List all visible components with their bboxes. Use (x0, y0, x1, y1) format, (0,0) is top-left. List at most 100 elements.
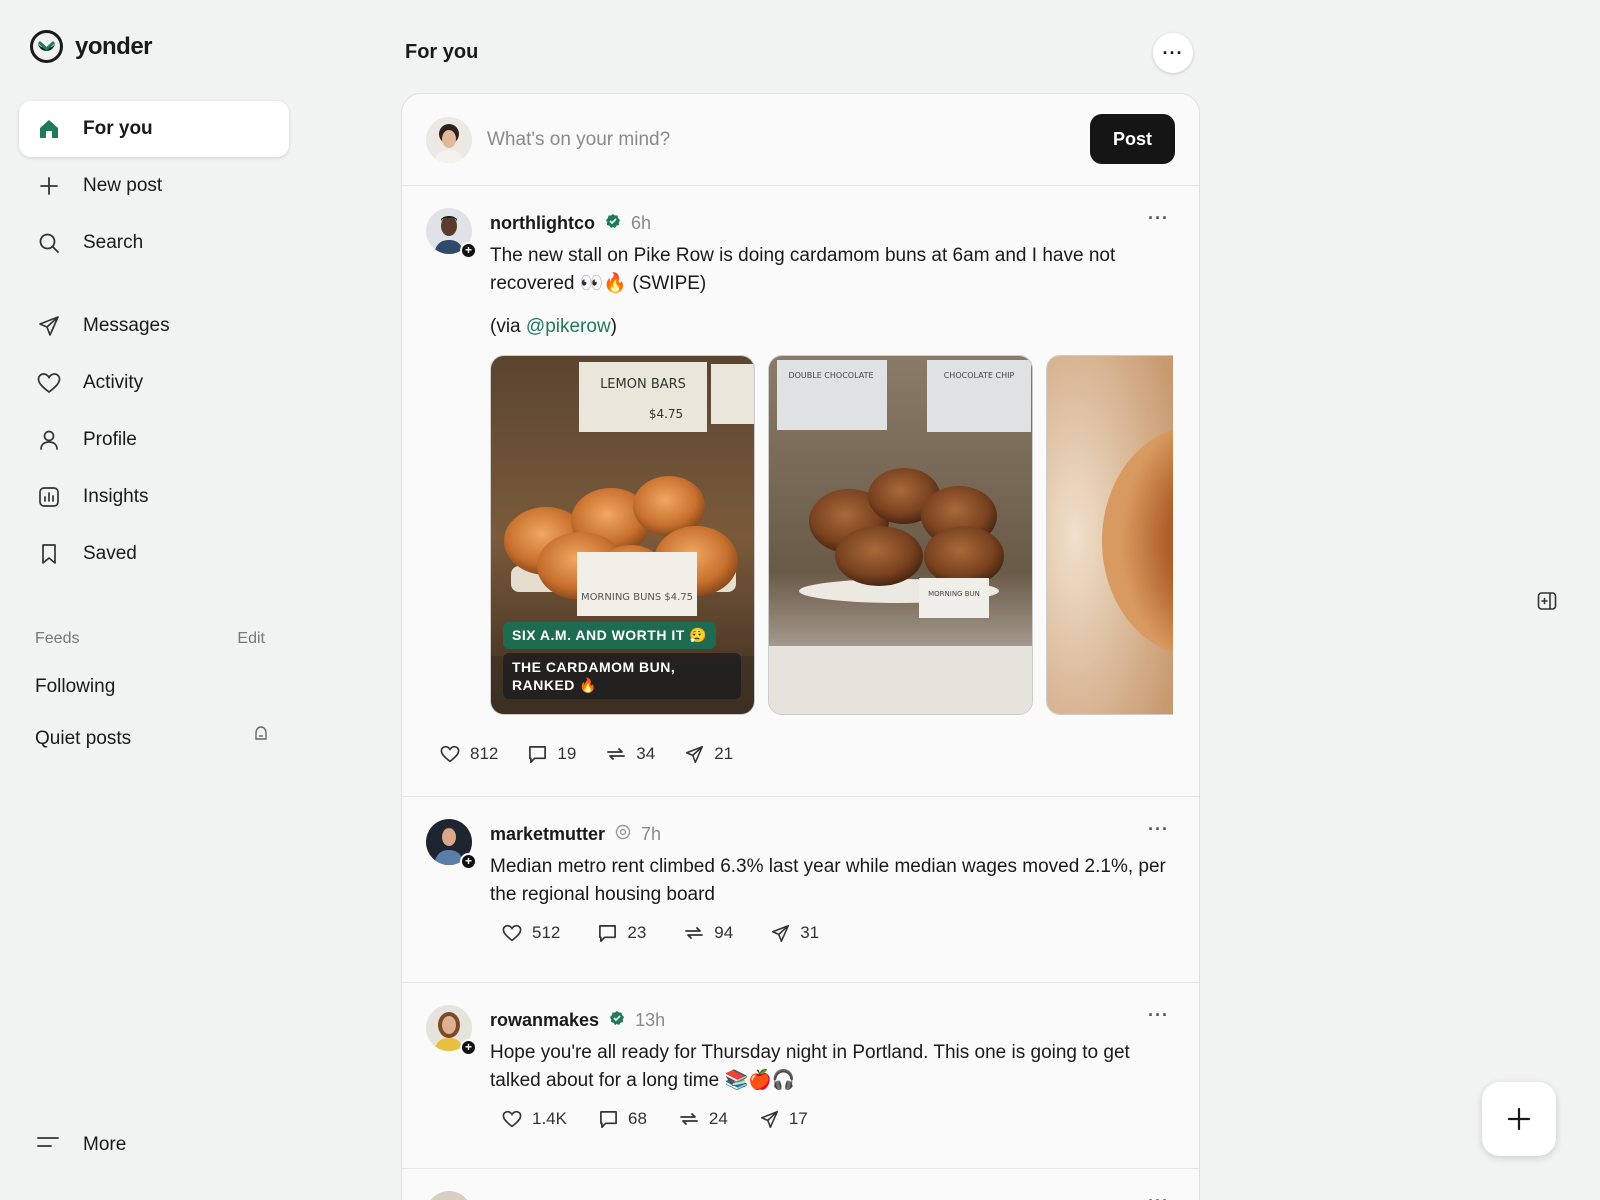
post-options-button[interactable]: ··· (1148, 1005, 1169, 1026)
feeds-heading: Feeds (35, 630, 80, 647)
share-button[interactable]: 31 (771, 923, 819, 943)
composer: What's on your mind? Post (402, 94, 1199, 186)
post-time: 7h (641, 824, 662, 844)
page-options-button[interactable]: ··· (1153, 33, 1193, 73)
send-icon (686, 745, 704, 763)
username[interactable]: marketmutter (490, 824, 605, 845)
post-options-button[interactable]: ··· (1148, 208, 1169, 229)
share-button[interactable]: 17 (760, 1109, 808, 1129)
lock-icon (253, 725, 269, 746)
repost-count: 34 (636, 744, 656, 763)
follow-plus-icon[interactable]: + (460, 853, 477, 870)
sidebar-item-messages[interactable]: Messages (19, 298, 289, 354)
comment-count: 68 (627, 1109, 647, 1128)
carousel-image-cookies[interactable]: DOUBLE CHOCOLATE CHOCOLATE CHIP MORNING … (768, 355, 1033, 715)
sidebar-more-button[interactable]: More (37, 1134, 126, 1156)
sidebar-item-label: New post (83, 175, 163, 196)
repost-button[interactable]: 34 (606, 744, 655, 764)
post-options-button[interactable]: ··· (1148, 1191, 1169, 1200)
slide-sign-text: DOUBLE CHOCOLATE (788, 371, 873, 380)
more-label: More (83, 1134, 127, 1155)
slide-sign-text: LEMON BARS (600, 377, 686, 392)
comment-button[interactable]: 23 (598, 923, 646, 943)
sidebar-item-label: Profile (83, 429, 137, 450)
heart-icon (502, 1110, 522, 1128)
repost-count: 94 (714, 923, 734, 942)
post-text: Median metro rent climbed 6.3% last year… (490, 856, 1166, 905)
app-name: yonder (75, 32, 153, 60)
sidebar-item-new-post[interactable]: New post (19, 158, 289, 214)
like-button[interactable]: 1.4K (502, 1109, 567, 1129)
comment-icon (599, 924, 617, 942)
carousel-image-bun-closeup[interactable] (1046, 355, 1173, 715)
send-icon (760, 1110, 778, 1128)
post: + ··· northlightco 6h The new stall on P… (402, 186, 1199, 797)
post-actions: 1.4K 68 24 17 (502, 1109, 1173, 1129)
sidebar-item-label: For you (83, 118, 153, 139)
mention-link[interactable]: @pikerow (526, 316, 611, 337)
repost-button[interactable]: 24 (679, 1109, 728, 1129)
comment-button[interactable]: 68 (599, 1109, 647, 1129)
bookmark-icon (37, 542, 61, 566)
caption-tag: THE CARDAMOM BUN, RANKED 🔥 (503, 653, 741, 699)
feed-item-quiet-posts[interactable]: Quiet posts (35, 728, 131, 750)
post-actions: 812 19 34 21 (440, 744, 733, 764)
carousel-image-lemon-bars[interactable]: LEMON BARS $4.75 MORNING BUNS $4.75 SIX … (490, 355, 755, 715)
via-suffix: ) (610, 316, 617, 337)
verified-badge-icon (609, 1010, 625, 1031)
send-icon (37, 314, 61, 338)
repost-icon (607, 748, 626, 760)
like-button[interactable]: 512 (502, 923, 560, 943)
home-icon (37, 117, 61, 141)
share-button[interactable]: 21 (685, 744, 733, 764)
sidebar-item-for-you[interactable]: For you (19, 101, 289, 157)
share-count: 31 (800, 923, 820, 942)
post-button[interactable]: Post (1090, 114, 1175, 164)
verified-badge-icon (605, 213, 621, 234)
like-button[interactable]: 812 (440, 744, 498, 764)
feed: What's on your mind? Post + ··· northlig… (401, 93, 1200, 1200)
heart-icon (37, 371, 61, 395)
avatar[interactable] (426, 117, 472, 163)
new-post-fab[interactable] (1482, 1082, 1556, 1156)
comment-icon (600, 1110, 617, 1128)
caption-tag: SIX A.M. AND WORTH IT 😮‍💨 (503, 622, 717, 649)
share-count: 21 (714, 744, 734, 763)
sidebar-item-label: Insights (83, 486, 149, 507)
feed-item-following[interactable]: Following (35, 676, 115, 698)
sidebar-item-label: Search (83, 232, 144, 253)
post-actions: 512 23 94 31 (502, 923, 1173, 943)
image-carousel[interactable]: LEMON BARS $4.75 MORNING BUNS $4.75 SIX … (490, 355, 1173, 715)
feeds-edit-link[interactable]: Edit (237, 630, 265, 648)
sidebar-item-activity[interactable]: Activity (19, 355, 289, 411)
sidebar-nav: For you New post Search Messages Activit… (19, 101, 289, 583)
sidebar-item-insights[interactable]: Insights (19, 469, 289, 525)
send-icon (772, 924, 790, 942)
composer-input[interactable]: What's on your mind? (487, 129, 670, 151)
post-options-button[interactable]: ··· (1148, 819, 1169, 840)
username[interactable]: northlightco (490, 213, 595, 234)
search-icon (37, 231, 61, 255)
comment-button[interactable]: 19 (528, 744, 576, 764)
plus-icon (37, 174, 61, 198)
like-count: 512 (532, 923, 561, 942)
comment-count: 19 (557, 744, 577, 763)
heart-icon (502, 924, 522, 942)
feeds-header: Feeds Edit (35, 630, 265, 648)
sidebar-item-profile[interactable]: Profile (19, 412, 289, 468)
username[interactable]: rowanmakes (490, 1010, 599, 1031)
share-count: 17 (788, 1109, 808, 1128)
sidebar-item-search[interactable]: Search (19, 215, 289, 271)
follow-plus-icon[interactable]: + (460, 1039, 477, 1056)
slide-sign-bottom-text: MORNING BUNS $4.75 (581, 592, 693, 603)
expand-panel-icon[interactable] (1537, 591, 1557, 616)
app-logo[interactable]: yonder (30, 30, 153, 63)
sidebar-item-saved[interactable]: Saved (19, 526, 289, 582)
post: ··· (402, 1169, 1199, 1200)
post-text: Hope you're all ready for Thursday night… (490, 1042, 1130, 1091)
page-title: For you (405, 41, 479, 63)
avatar[interactable] (426, 1191, 472, 1200)
ellipsis-icon: ··· (1162, 42, 1184, 63)
repost-button[interactable]: 94 (684, 923, 733, 943)
follow-plus-icon[interactable]: + (460, 242, 477, 259)
